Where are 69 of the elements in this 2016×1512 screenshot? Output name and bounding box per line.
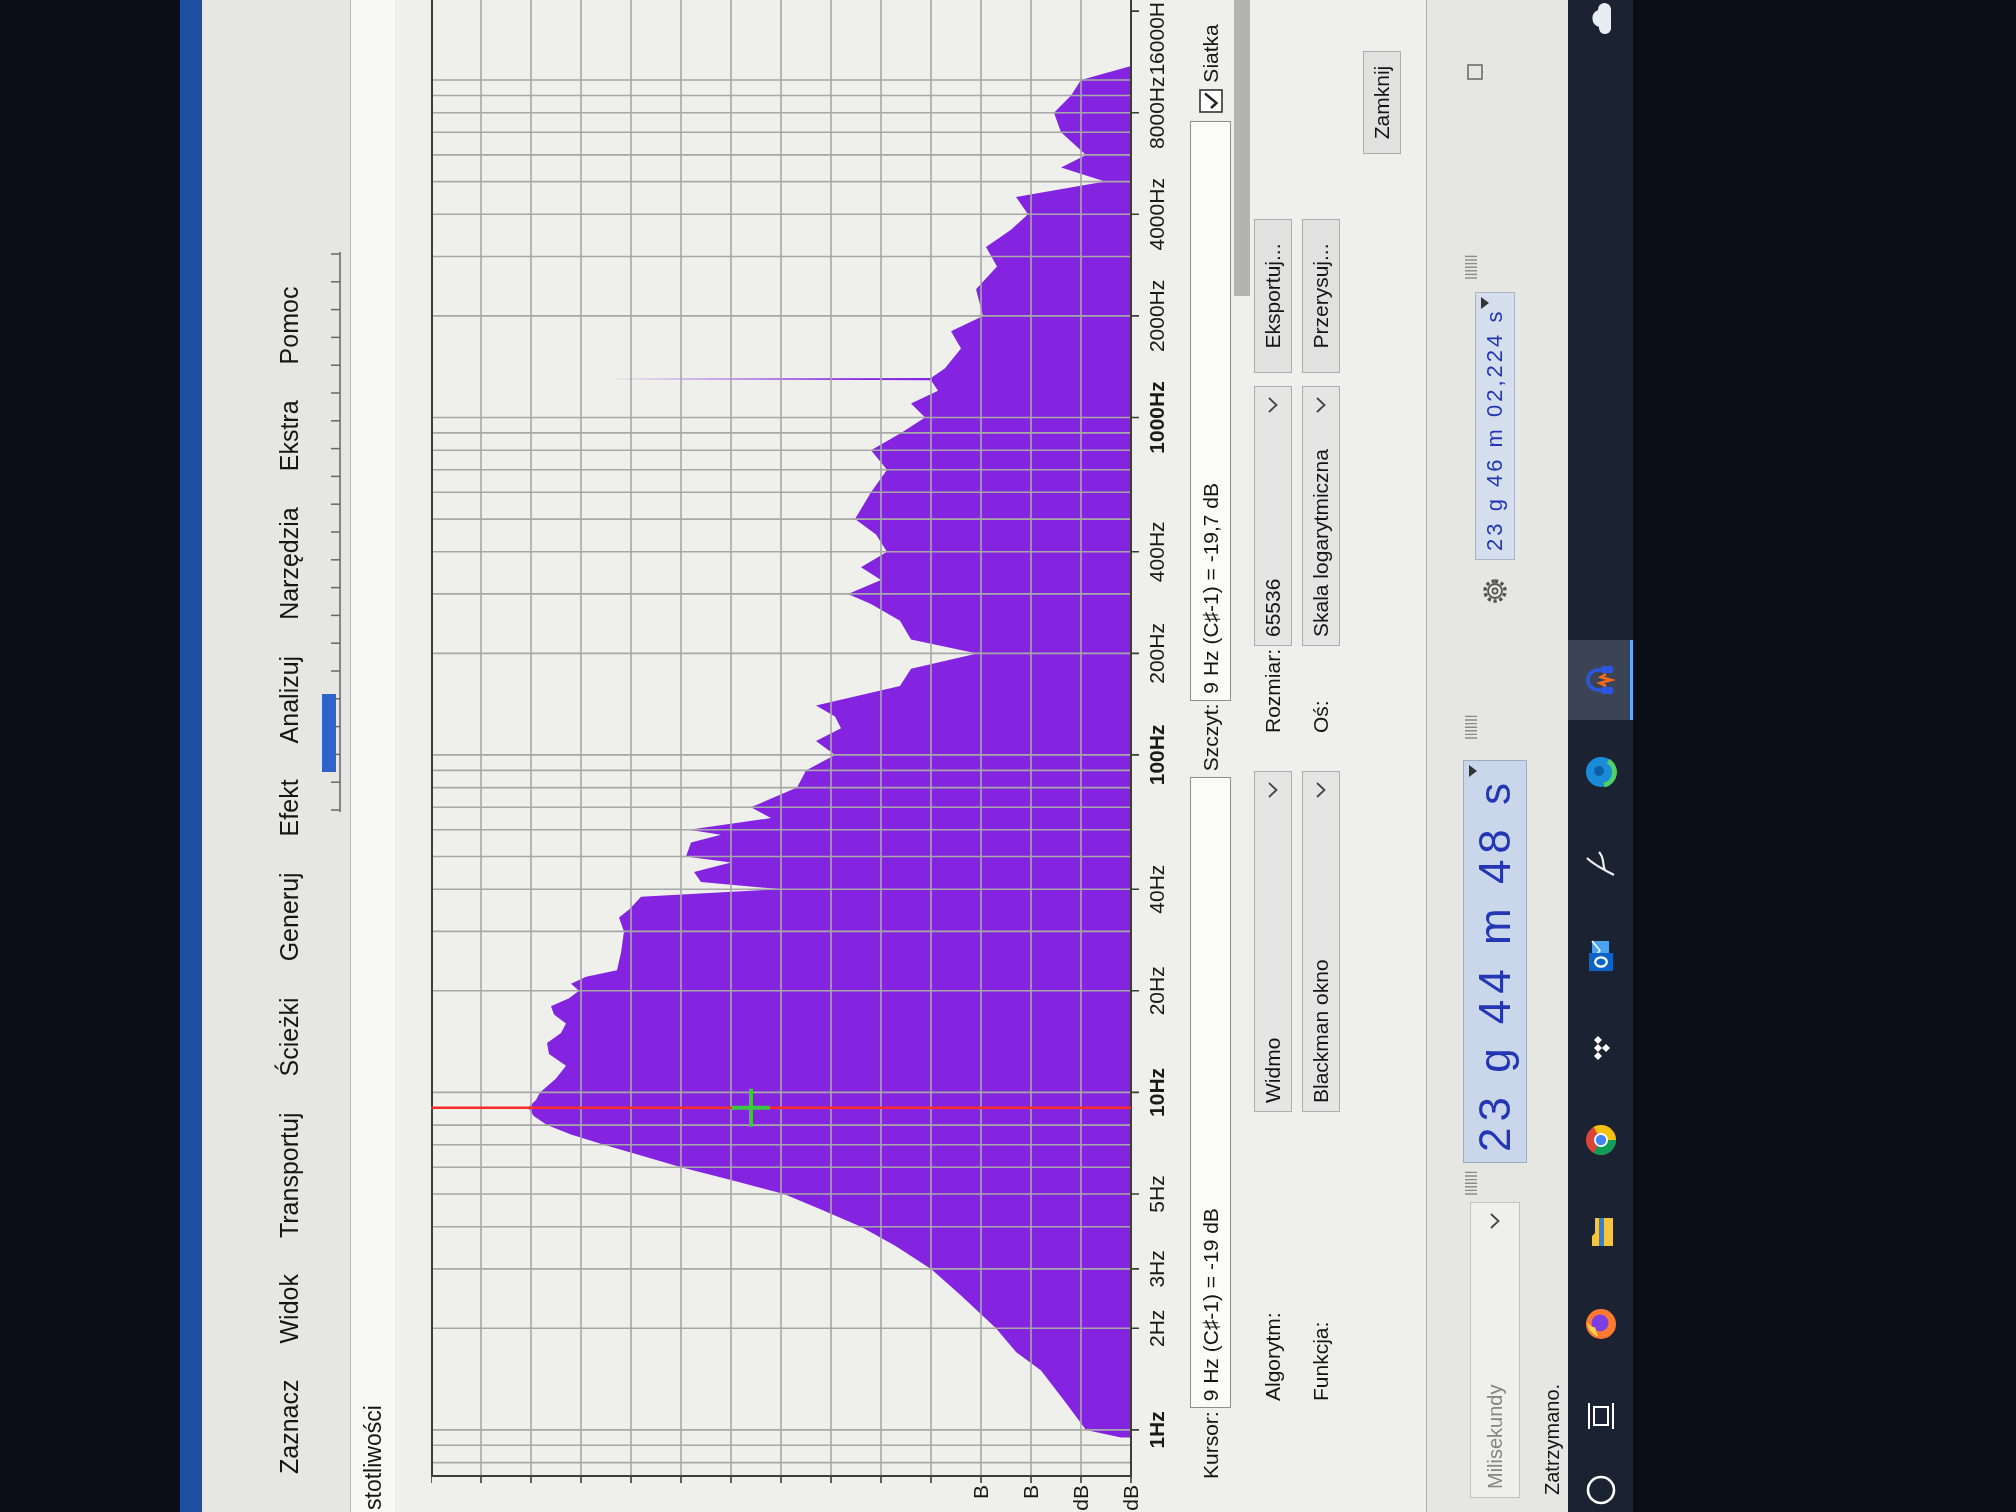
axis-label: 1Hz — [1145, 1411, 1168, 1449]
menu-item[interactable]: Transportuj — [273, 1112, 305, 1239]
axis-label: 2000Hz — [1145, 279, 1168, 353]
field-label: Szczyt: — [1198, 703, 1223, 772]
settings-icon[interactable] — [1482, 577, 1508, 604]
export-button[interactable]: Eksportuj... — [1254, 219, 1292, 373]
axis-label: 40Hz — [1145, 864, 1168, 914]
field-label: Algorytm: — [1261, 1312, 1285, 1401]
readout-field[interactable]: 9 Hz (C♯-1) = -19 dB — [1190, 777, 1231, 1409]
axis-label: 2Hz — [1145, 1309, 1168, 1347]
redraw-button[interactable]: Przerysuj... — [1302, 219, 1340, 373]
chevron-down-icon — [1268, 397, 1278, 413]
time-display[interactable]: 23 g 44 m 48 s — [1463, 759, 1527, 1163]
axis-label: 100Hz — [1145, 724, 1168, 786]
scrollbar[interactable] — [1234, 0, 1250, 296]
close-button[interactable]: Zamknij — [1363, 51, 1401, 154]
axis-label: 200Hz — [1145, 623, 1168, 684]
chevron-down-icon — [1316, 782, 1326, 798]
menu-item[interactable]: Analizuj — [273, 655, 305, 744]
axis-label: 3Hz — [1145, 1250, 1168, 1288]
cloud-icon[interactable] — [1589, 2, 1612, 36]
dropdown[interactable]: 65536 — [1254, 386, 1292, 646]
caret-icon — [1481, 296, 1489, 309]
axis-label: 5Hz — [1145, 1175, 1168, 1213]
checkbox-label[interactable]: Siatka — [1198, 24, 1223, 83]
axis-label: B — [1019, 1485, 1042, 1499]
axis-label: 400Hz — [1145, 521, 1168, 583]
selection-time-display[interactable]: 23 g 46 m 02,224 s — [1475, 291, 1515, 560]
axis-label: 16000H — [1145, 2, 1168, 76]
dropdown[interactable]: Widmo — [1254, 771, 1292, 1112]
headphones-icon — [1583, 664, 1615, 696]
chevron-down-icon — [1268, 782, 1278, 798]
field-label: Rozmiar: — [1261, 649, 1285, 733]
axis-label: dB — [1069, 1485, 1092, 1511]
axis-label: 10Hz — [1145, 1067, 1168, 1117]
menu-item[interactable]: Narzędzia — [273, 507, 305, 620]
axis-label: 4000Hz — [1145, 178, 1168, 251]
square-icon — [1467, 64, 1483, 80]
menu-item[interactable]: Ścieżki — [273, 997, 305, 1077]
toolbar-grip[interactable] — [1465, 713, 1477, 740]
dropdown[interactable]: Skala logarytmiczna — [1302, 386, 1340, 646]
caret-icon — [1469, 764, 1477, 777]
menu-item[interactable]: Pomoc — [273, 286, 305, 365]
menu-item[interactable]: Zaznacz — [273, 1379, 305, 1474]
status-text: Zatrzymano. — [1540, 1383, 1564, 1495]
ring-wheel-icon — [1584, 1124, 1617, 1156]
dropdown[interactable]: Blackman okno — [1302, 771, 1340, 1112]
menu-item[interactable]: Generuj — [273, 872, 305, 962]
checkbox[interactable] — [1198, 88, 1223, 113]
toolbar-grip[interactable] — [1465, 253, 1477, 280]
menu-item[interactable]: Ekstra — [273, 400, 305, 472]
axis-label: 20Hz — [1145, 966, 1168, 1016]
readout-field[interactable]: 9 Hz (C♯-1) = -19,7 dB — [1190, 120, 1231, 701]
search-icon — [1584, 1474, 1617, 1506]
toolbar-grip[interactable] — [1465, 1170, 1477, 1196]
chevron-down-icon — [1490, 1213, 1500, 1229]
menu-item[interactable]: Widok — [273, 1274, 305, 1344]
field-label: Funkcja: — [1309, 1321, 1333, 1401]
field-label: Kursor: — [1198, 1411, 1223, 1479]
field-label: Oś: — [1309, 700, 1333, 733]
wave-globe-icon — [1584, 756, 1617, 788]
axis-label: B — [969, 1485, 992, 1499]
menu-item[interactable]: Efekt — [273, 779, 305, 837]
flame-globe-icon — [1584, 1308, 1617, 1340]
axis-label: 8000Hz — [1145, 76, 1168, 149]
chevron-down-icon — [1316, 397, 1326, 413]
axis-label: 1000Hz — [1145, 381, 1168, 454]
axis-label: dB — [1119, 1485, 1142, 1511]
window-title: stotliwości — [359, 1405, 387, 1510]
